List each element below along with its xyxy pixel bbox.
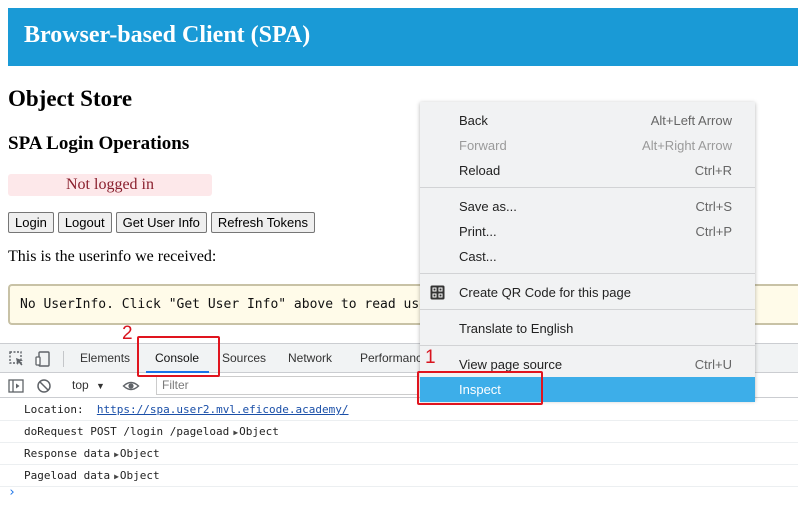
tab-sources[interactable]: Sources	[222, 344, 266, 373]
userinfo-text: No UserInfo. Click "Get User Info" above…	[20, 297, 474, 312]
action-buttons: Login Logout Get User Info Refresh Token…	[8, 212, 315, 233]
menu-divider	[420, 309, 755, 310]
menu-divider	[420, 345, 755, 346]
login-button[interactable]: Login	[8, 212, 54, 233]
tab-network[interactable]: Network	[288, 344, 332, 373]
console-log-row: Response data ▶Object	[0, 443, 798, 465]
qr-code-icon	[430, 285, 445, 300]
menu-item-reload[interactable]: Reload Ctrl+R	[420, 158, 755, 183]
context-selector-value: top	[72, 378, 89, 392]
inspect-element-icon[interactable]	[8, 350, 26, 368]
login-status-badge: Not logged in	[8, 174, 212, 196]
tab-elements[interactable]: Elements	[80, 344, 130, 373]
annotation-number-1: 1	[425, 347, 436, 368]
page-title: Object Store	[8, 86, 133, 111]
userinfo-caption: This is the userinfo we received:	[8, 248, 217, 265]
menu-item-translate[interactable]: Translate to English	[420, 316, 755, 341]
expand-triangle-icon[interactable]: ▶	[114, 450, 119, 459]
log-label: Location:	[24, 403, 84, 416]
console-log-row: Location: https://spa.user2.mvl.eficode.…	[0, 399, 798, 421]
device-toolbar-icon[interactable]	[34, 350, 52, 368]
menu-item-create-qr-code[interactable]: Create QR Code for this page	[420, 280, 755, 305]
clear-console-icon[interactable]	[35, 377, 53, 395]
sidebar-toggle-icon[interactable]	[7, 377, 25, 395]
page-banner: Browser-based Client (SPA)	[8, 8, 798, 66]
annotation-number-2: 2	[122, 323, 133, 344]
console-log-row: doRequest POST /login /pageload ▶Object	[0, 421, 798, 443]
log-label: Response data	[24, 447, 111, 460]
log-object[interactable]: Object	[120, 469, 160, 482]
log-object[interactable]: Object	[239, 425, 279, 438]
expand-triangle-icon[interactable]: ▶	[233, 428, 238, 437]
banner-title: Browser-based Client (SPA)	[24, 22, 311, 48]
chevron-down-icon: ▼	[96, 381, 105, 391]
menu-item-cast[interactable]: Cast...	[420, 244, 755, 269]
menu-item-forward[interactable]: Forward Alt+Right Arrow	[420, 133, 755, 158]
menu-item-print[interactable]: Print... Ctrl+P	[420, 219, 755, 244]
annotation-box-inspect	[417, 371, 543, 405]
log-label: doRequest POST /login /pageload	[24, 425, 230, 438]
annotation-box-console	[137, 336, 220, 377]
get-user-info-button[interactable]: Get User Info	[115, 212, 207, 233]
section-title: SPA Login Operations	[8, 133, 190, 154]
context-menu: Back Alt+Left Arrow Forward Alt+Right Ar…	[420, 102, 755, 402]
toolbar-divider	[63, 351, 64, 367]
eye-icon[interactable]	[122, 377, 140, 395]
menu-item-back[interactable]: Back Alt+Left Arrow	[420, 108, 755, 133]
tab-performance[interactable]: Performance	[360, 344, 429, 373]
refresh-tokens-button[interactable]: Refresh Tokens	[210, 212, 315, 233]
location-link[interactable]: https://spa.user2.mvl.eficode.academy/	[97, 403, 349, 416]
menu-divider	[420, 187, 755, 188]
log-object[interactable]: Object	[120, 447, 160, 460]
filter-input[interactable]: Filter	[156, 376, 418, 395]
expand-triangle-icon[interactable]: ▶	[114, 472, 119, 481]
context-selector[interactable]: top ▼	[72, 378, 105, 392]
logout-button[interactable]: Logout	[57, 212, 112, 233]
menu-divider	[420, 273, 755, 274]
console-prompt-icon[interactable]: ›	[8, 485, 16, 500]
log-label: Pageload data	[24, 469, 111, 482]
menu-item-save-as[interactable]: Save as... Ctrl+S	[420, 194, 755, 219]
console-log-row: Pageload data ▶Object	[0, 465, 798, 487]
